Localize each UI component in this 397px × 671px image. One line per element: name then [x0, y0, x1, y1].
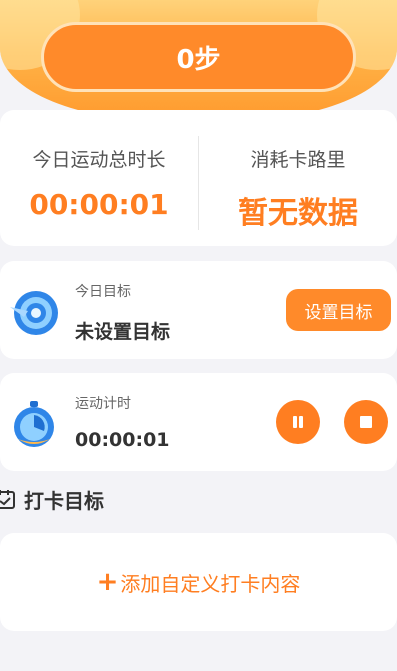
stop-button[interactable]	[344, 400, 388, 444]
duration-label: 今日运动总时长	[32, 149, 166, 171]
steps-label: 0步	[176, 44, 221, 75]
stop-icon	[360, 416, 372, 428]
duration-value: 00:00:01	[29, 188, 169, 221]
calories-label: 消耗卡路里	[250, 149, 346, 171]
add-checkin-label: 添加自定义打卡内容	[120, 571, 301, 596]
calories-value: 暂无数据	[238, 196, 358, 231]
goal-status: 未设置目标	[75, 321, 171, 343]
calendar-check-icon	[0, 490, 15, 509]
timer-card: 运动计时 00:00:01	[0, 373, 397, 471]
timer-value: 00:00:01	[75, 429, 170, 451]
timer-subtitle: 运动计时	[75, 396, 131, 412]
steps-counter: 0步	[41, 22, 356, 92]
target-icon	[6, 283, 62, 339]
duration-stat: 今日运动总时长 00:00:01	[0, 110, 198, 246]
goal-subtitle: 今日目标	[75, 284, 131, 300]
plus-icon: +	[96, 567, 119, 597]
checkin-title-text: 打卡目标	[24, 488, 104, 513]
pause-icon	[293, 416, 303, 428]
add-checkin-button[interactable]: + 添加自定义打卡内容	[97, 567, 301, 597]
checkin-section-title: 打卡目标	[0, 484, 104, 514]
pause-button[interactable]	[276, 400, 320, 444]
stats-card: 今日运动总时长 00:00:01 消耗卡路里 暂无数据	[0, 110, 397, 246]
set-goal-button[interactable]: 设置目标	[286, 289, 391, 331]
stopwatch-icon	[6, 395, 62, 451]
add-checkin-card: + 添加自定义打卡内容	[0, 533, 397, 631]
calories-stat: 消耗卡路里 暂无数据	[199, 110, 397, 246]
